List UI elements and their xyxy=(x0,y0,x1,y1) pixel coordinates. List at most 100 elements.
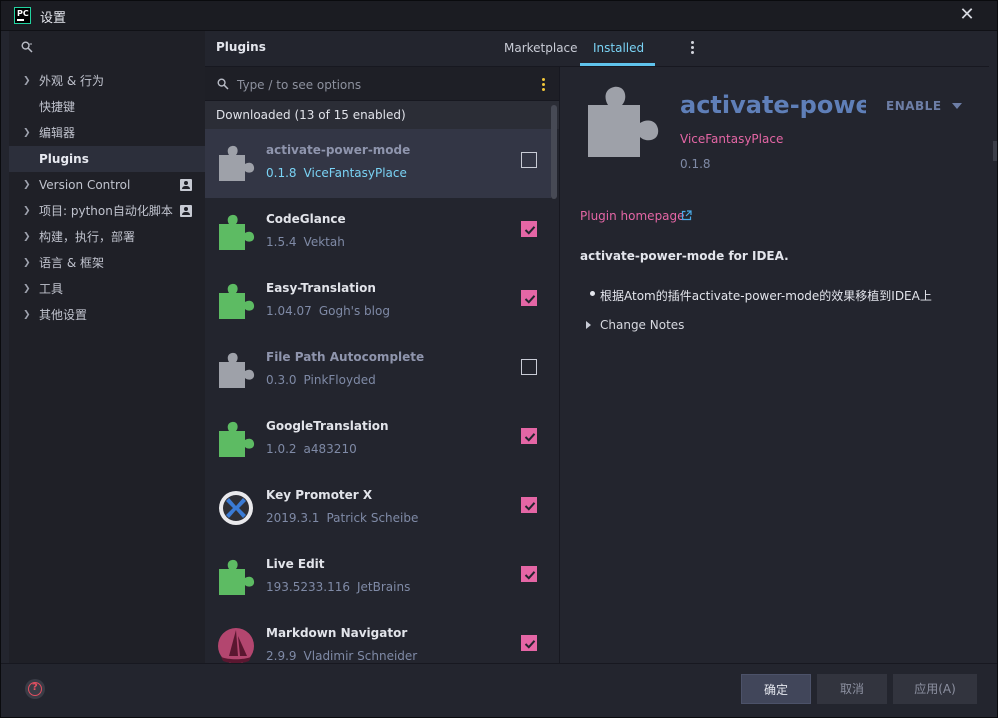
plugin-vendor: PinkFloyded xyxy=(303,373,376,387)
puzzle-gray-icon xyxy=(217,350,255,390)
sidebar-item-label: 构建，执行，部署 xyxy=(39,230,136,244)
plugin-enabled-checkbox[interactable] xyxy=(521,152,537,168)
puzzle-green-icon xyxy=(217,557,255,597)
plugin-enabled-checkbox[interactable] xyxy=(521,635,537,651)
more-options-icon[interactable] xyxy=(691,41,695,55)
search-icon xyxy=(21,41,33,53)
sidebar-item[interactable]: ❯ 编辑器 xyxy=(9,120,205,146)
puzzle-green-icon xyxy=(217,281,255,321)
sidebar-item[interactable]: 快捷键 xyxy=(9,94,205,120)
person-icon xyxy=(180,205,192,217)
dialog-footer: ? 确定 取消 应用(A) xyxy=(1,663,997,717)
plugin-version: 0.3.0 xyxy=(266,373,297,387)
sidebar-item-label: 项目: python自动化脚本 xyxy=(39,204,173,218)
chevron-right-icon[interactable]: ❯ xyxy=(23,250,31,276)
plugin-enabled-checkbox[interactable] xyxy=(521,428,537,444)
settings-dialog: PC 设置 ✕ ❯ 外观 & 行为 快捷键 ❯ 编辑器 Plugins ❯ Version C… xyxy=(0,0,998,718)
plugin-version: 2.9.9 xyxy=(266,649,297,663)
sidebar-item[interactable]: ❯ 工具 xyxy=(9,276,205,302)
sidebar-item-label: 外观 & 行为 xyxy=(39,74,104,88)
plugin-list-item[interactable]: activate-power-mode 0.1.8 ViceFantasyPlace xyxy=(205,129,551,198)
plugin-version: 1.04.07 xyxy=(266,304,312,318)
plugin-meta: 1.0.2 a483210 xyxy=(266,442,357,456)
chevron-right-icon[interactable]: ❯ xyxy=(23,68,31,94)
puzzle-green-icon xyxy=(217,212,255,252)
description-bullet: 根据Atom的插件activate-power-mode的效果移植到IDEA上 xyxy=(600,289,932,303)
chevron-right-icon[interactable]: ❯ xyxy=(23,276,31,302)
key-promoter-icon xyxy=(217,488,255,528)
plugin-list-pane: Type / to see options Downloaded (13 of … xyxy=(205,67,559,663)
chevron-right-icon[interactable]: ❯ xyxy=(23,302,31,328)
window-edge-scroll xyxy=(993,141,997,161)
sidebar-item[interactable]: ❯ 语言 & 框架 xyxy=(9,250,205,276)
plugin-vendor: Vladimir Schneider xyxy=(303,649,418,663)
sidebar-item[interactable]: ❯ Version Control xyxy=(9,172,205,198)
help-icon[interactable]: ? xyxy=(25,679,45,699)
plugin-version: 2019.3.1 xyxy=(266,511,320,525)
plugin-name: GoogleTranslation xyxy=(266,419,389,433)
search-icon xyxy=(217,78,229,90)
plugin-list-item[interactable]: CodeGlance 1.5.4 Vektah xyxy=(205,198,551,267)
sidebar-item-label: 编辑器 xyxy=(39,126,76,140)
plugin-vendor-link[interactable]: ViceFantasyPlace xyxy=(680,132,783,146)
chevron-right-icon[interactable]: ❯ xyxy=(23,198,31,224)
plugin-name: Easy-Translation xyxy=(266,281,376,295)
puzzle-gray-icon xyxy=(588,86,659,157)
sidebar-item-label: 快捷键 xyxy=(39,100,76,114)
plugin-meta: 193.5233.116 JetBrains xyxy=(266,580,410,594)
sidebar-item[interactable]: ❯ 其他设置 xyxy=(9,302,205,328)
plugin-enabled-checkbox[interactable] xyxy=(521,290,537,306)
plugin-list-item[interactable]: GoogleTranslation 1.0.2 a483210 xyxy=(205,405,551,474)
plugin-list-item[interactable]: Easy-Translation 1.04.07 Gogh's blog xyxy=(205,267,551,336)
window-title: 设置 xyxy=(40,11,67,26)
external-link-icon[interactable] xyxy=(681,210,692,221)
plugin-version: 1.0.2 xyxy=(266,442,297,456)
plugin-version: 0.1.8 xyxy=(266,166,297,180)
plugin-vendor: ViceFantasyPlace xyxy=(303,166,407,180)
plugin-list-item[interactable]: Live Edit 193.5233.116 JetBrains xyxy=(205,543,551,612)
plugin-vendor: JetBrains xyxy=(356,580,411,594)
chevron-right-icon[interactable]: ❯ xyxy=(23,172,31,198)
plugin-enabled-checkbox[interactable] xyxy=(521,359,537,375)
cancel-button[interactable]: 取消 xyxy=(817,674,887,704)
plugin-enabled-checkbox[interactable] xyxy=(521,566,537,582)
sidebar-item[interactable]: ❯ 构建，执行，部署 xyxy=(9,224,205,250)
title-bar: PC 设置 ✕ xyxy=(1,1,997,31)
chevron-right-icon[interactable] xyxy=(586,321,591,329)
sidebar-item[interactable]: Plugins xyxy=(9,146,205,172)
plugin-list-item[interactable]: Key Promoter X 2019.3.1 Patrick Scheibe xyxy=(205,474,551,543)
list-scrollbar[interactable] xyxy=(551,105,557,199)
plugins-header: Plugins Marketplace Installed xyxy=(205,31,989,67)
person-icon xyxy=(180,179,192,191)
sidebar-search[interactable] xyxy=(9,31,205,67)
plugin-enabled-checkbox[interactable] xyxy=(521,497,537,513)
plugin-homepage-link[interactable]: Plugin homepage xyxy=(580,209,685,223)
chevron-right-icon[interactable]: ❯ xyxy=(23,224,31,250)
tab-marketplace[interactable]: Marketplace xyxy=(504,41,578,55)
bullet-icon xyxy=(590,291,595,296)
tab-selected-indicator xyxy=(580,63,655,66)
plugin-search-input[interactable]: Type / to see options xyxy=(205,67,559,101)
chevron-down-icon[interactable] xyxy=(952,103,962,109)
apply-button[interactable]: 应用(A) xyxy=(893,674,977,704)
sidebar-item[interactable]: ❯ 项目: python自动化脚本 xyxy=(9,198,205,224)
tab-installed[interactable]: Installed xyxy=(593,41,644,55)
plugin-enabled-checkbox[interactable] xyxy=(521,221,537,237)
close-icon[interactable]: ✕ xyxy=(959,6,975,24)
plugin-name: activate-power-mode xyxy=(266,143,411,157)
enable-button[interactable]: ENABLE xyxy=(886,99,942,113)
sidebar-item-label: Plugins xyxy=(39,152,89,166)
chevron-right-icon[interactable]: ❯ xyxy=(23,120,31,146)
plugin-meta: 2019.3.1 Patrick Scheibe xyxy=(266,511,418,525)
search-options-icon[interactable] xyxy=(542,78,545,91)
ok-button[interactable]: 确定 xyxy=(741,674,811,704)
sidebar-item[interactable]: ❯ 外观 & 行为 xyxy=(9,68,205,94)
plugin-list-item[interactable]: Markdown Navigator 2.9.9 Vladimir Schneide… xyxy=(205,612,551,663)
plugin-version: 0.1.8 xyxy=(680,157,711,171)
plugin-list-item[interactable]: File Path Autocomplete 0.3.0 PinkFloyded xyxy=(205,336,551,405)
plugin-name: Live Edit xyxy=(266,557,325,571)
plugin-meta: 1.5.4 Vektah xyxy=(266,235,345,249)
change-notes-toggle[interactable]: Change Notes xyxy=(600,318,684,332)
page-title: Plugins xyxy=(216,40,266,54)
plugin-vendor: a483210 xyxy=(303,442,357,456)
